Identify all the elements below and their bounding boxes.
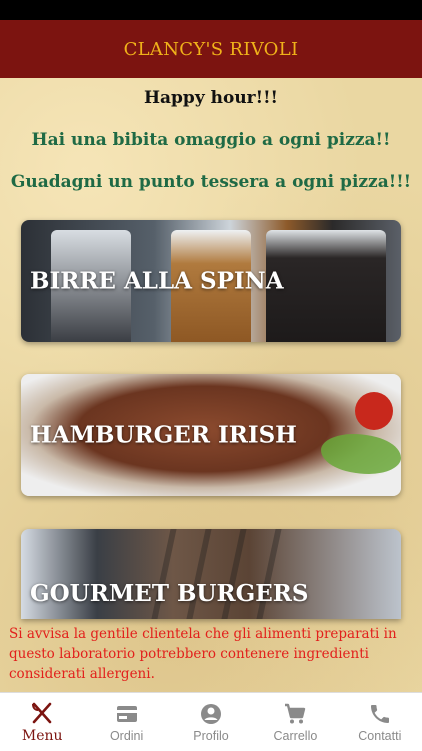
fork-knife-icon [32,702,52,723]
app-header: CLANCY'S RIVOLI [0,20,422,78]
account-icon [201,703,222,724]
happy-hour-headline: Happy hour!!! [143,88,279,108]
tab-contatti[interactable]: Contatti [338,693,422,751]
beer-glass-image [266,230,386,342]
card-icon [116,705,137,722]
tab-ordini[interactable]: Ordini [84,693,168,751]
tab-label: Profilo [193,728,229,743]
menu-card-birre[interactable]: BIRRE ALLA SPINA [21,220,401,342]
app-title: CLANCY'S RIVOLI [123,38,299,60]
menu-card-label: GOURMET BURGERS [30,580,309,607]
phone-icon [370,704,389,723]
menu-card-gourmet-burgers[interactable]: GOURMET BURGERS [21,529,401,619]
promo-line-2: Guadagni un punto tessera a ogni pizza!!… [10,172,412,192]
menu-card-label: HAMBURGER IRISH [30,421,297,449]
tab-label: Menu [21,727,63,744]
menu-card-hamburger-irish[interactable]: HAMBURGER IRISH [21,374,401,496]
lettuce-image [321,434,401,474]
status-bar [0,0,422,20]
tab-menu[interactable]: Menu [0,693,84,751]
menu-content[interactable]: Happy hour!!! Hai una bibita omaggio a o… [0,78,422,692]
cart-icon [285,703,306,723]
allergen-disclaimer: Si avvisa la gentile clientela che gli a… [9,626,397,682]
tomato-image [355,392,393,430]
tab-label: Contatti [358,728,402,743]
promo-line-1: Hai una bibita omaggio a ogni pizza!! [31,130,391,150]
tab-label: Ordini [109,728,144,743]
tab-label: Carrello [273,728,318,743]
tab-profilo[interactable]: Profilo [169,693,253,751]
bottom-tab-bar: Menu Ordini Profilo Carrello Contatti [0,692,422,751]
tab-carrello[interactable]: Carrello [253,693,337,751]
menu-card-label: BIRRE ALLA SPINA [30,267,284,295]
